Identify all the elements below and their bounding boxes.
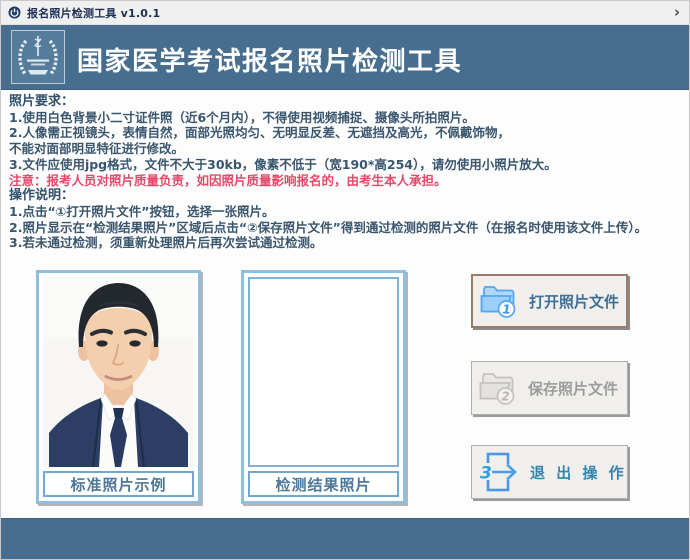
result-photo-label: 检测结果照片 [248,471,399,497]
open-photo-button-label: 打开照片文件 [529,291,619,312]
header-title: 国家医学考试报名照片检测工具 [77,41,462,78]
sample-photo-frame: 标准照片示例 [36,270,201,504]
svg-text:2: 2 [501,390,509,404]
svg-text:1: 1 [502,303,510,317]
titlebar-chevron-icon[interactable]: › [674,5,680,20]
save-photo-button-label: 保存照片文件 [528,378,618,399]
result-photo-frame: 检测结果照片 [241,270,406,504]
save-photo-button[interactable]: 2 保存照片文件 [471,361,628,415]
app-icon [8,6,21,19]
instruction-line: 1.点击“①打开照片文件”按钮，选择一张照片。 [9,204,687,220]
instruction-line: 2.照片显示在“检测结果照片”区域后点击“②保存照片文件”得到通过检测的照片文件… [9,220,687,236]
warning-text: 注意：报考人员对照片质量负责，如因照片质量影响报名的，由考生本人承担。 [9,173,687,189]
exit-button-label: 退 出 操 作 [530,462,627,483]
requirement-line: 3.文件应使用jpg格式，文件不大于30kb，像素不低于（宽190*高254），… [9,157,687,173]
footer-bar [1,518,689,560]
open-photo-button[interactable]: 1 打开照片文件 [471,274,628,328]
exit-door-arrow-icon: 3 [479,451,521,493]
info-text: 照片要求： 1.使用白色背景小二寸证件照（近6个月内），不得使用视频捕捉、摄像头… [9,94,687,251]
sample-photo-label: 标准照片示例 [43,471,194,497]
exit-button[interactable]: 3 退 出 操 作 [471,445,628,499]
medical-exam-emblem-icon [11,30,65,84]
result-photo-area [248,277,399,467]
instructions-heading: 操作说明： [9,188,687,204]
instruction-line: 3.若未通过检测，须重新处理照片后再次尝试通过检测。 [9,235,687,251]
sample-portrait-photo [43,277,194,467]
requirements-heading: 照片要求： [9,94,687,110]
save-folder-icon: 2 [479,370,519,406]
window-title: 报名照片检测工具 v1.0.1 [27,5,160,21]
titlebar: 报名照片检测工具 v1.0.1 › [1,1,689,25]
app-header: 国家医学考试报名照片检测工具 [1,25,689,90]
requirement-line: 2.人像需正视镜头，表情自然，面部光照均匀、无明显反差、无遮挡及高光，不佩戴饰物… [9,125,687,141]
app-window: 报名照片检测工具 v1.0.1 › 国家医学考试报名照片检测工具 照片要求： 1… [0,0,690,560]
requirement-line: 不能对面部明显特征进行修改。 [9,141,687,157]
svg-text:3: 3 [480,464,492,484]
requirement-line: 1.使用白色背景小二寸证件照（近6个月内），不得使用视频捕捉、摄像头所拍照片。 [9,110,687,126]
open-folder-icon: 1 [480,283,520,319]
